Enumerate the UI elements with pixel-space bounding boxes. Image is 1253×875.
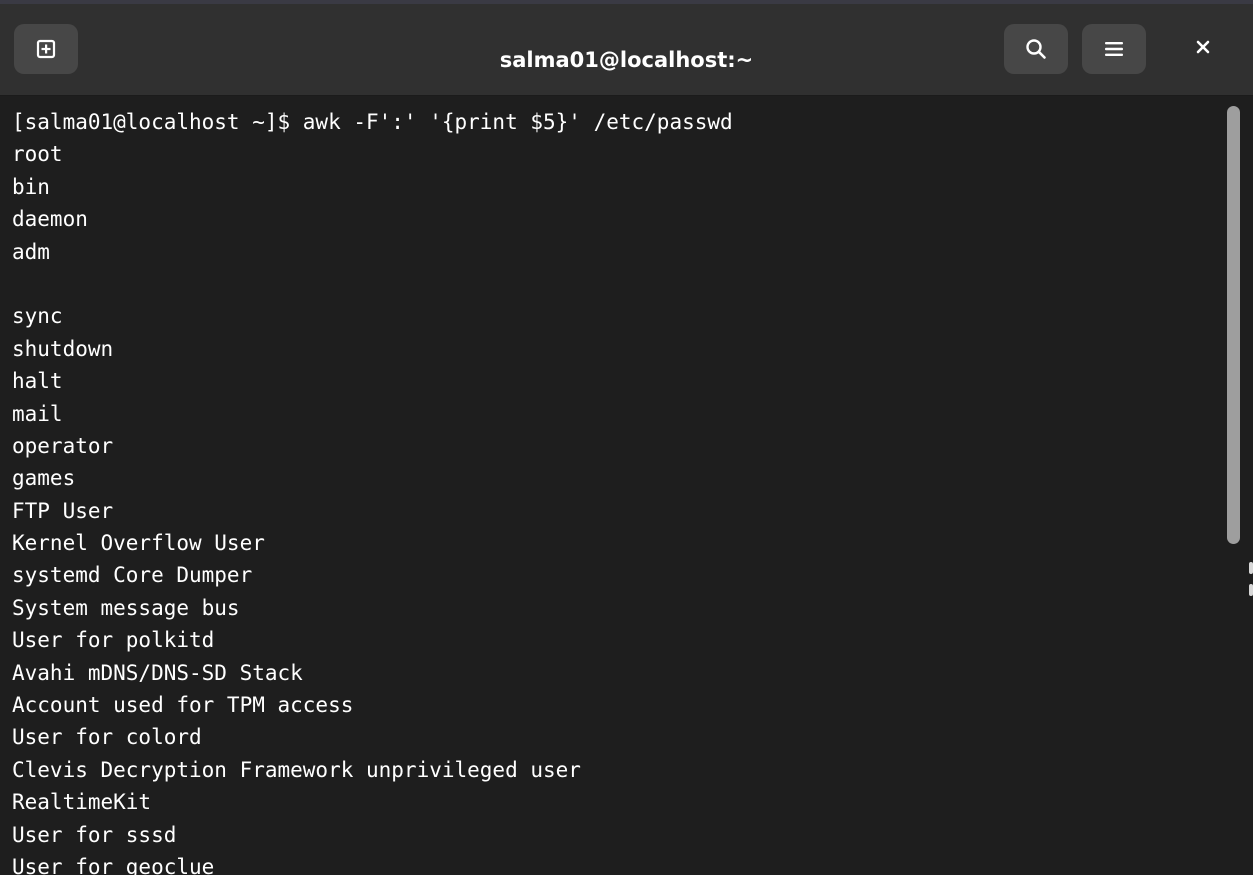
menu-button[interactable]	[1082, 24, 1146, 74]
output-line: shutdown	[12, 336, 114, 361]
output-line: systemd Core Dumper	[12, 563, 253, 588]
search-button[interactable]	[1004, 24, 1068, 74]
window-edge-handle	[1249, 562, 1253, 574]
window-title: salma01@localhost:~	[499, 48, 754, 72]
output-line: RealtimeKit	[12, 790, 152, 815]
output-line: Account used for TPM access	[12, 693, 354, 718]
output-line: Clevis Decryption Framework unprivileged…	[12, 757, 581, 782]
new-tab-icon	[36, 39, 56, 59]
output-line: mail	[12, 401, 63, 426]
output-line: User for geoclue	[12, 854, 215, 875]
prompt-command-line: [salma01@localhost ~]$ awk -F':' '{print…	[12, 110, 733, 134]
hamburger-menu-icon	[1105, 41, 1123, 57]
output-line: bin	[12, 174, 50, 199]
output-line: sync	[12, 304, 63, 329]
output-line: User for colord	[12, 725, 202, 750]
close-icon	[1196, 40, 1210, 59]
window-edge-handle	[1249, 584, 1253, 596]
output-line: adm	[12, 239, 50, 264]
terminal-output: [salma01@localhost ~]$ awk -F':' '{print…	[12, 106, 733, 875]
scrollbar-thumb[interactable]	[1227, 106, 1240, 544]
new-tab-button[interactable]	[14, 24, 78, 74]
output-line: operator	[12, 433, 114, 458]
terminal-area[interactable]: [salma01@localhost ~]$ awk -F':' '{print…	[0, 96, 1253, 875]
output-line: FTP User	[12, 498, 114, 523]
output-line: User for polkitd	[12, 628, 215, 653]
output-line: games	[12, 466, 76, 491]
output-line: System message bus	[12, 595, 240, 620]
close-button[interactable]	[1176, 24, 1230, 74]
output-line: Kernel Overflow User	[12, 531, 265, 556]
output-line: halt	[12, 369, 63, 394]
output-line: root	[12, 142, 63, 167]
search-icon	[1025, 38, 1047, 60]
output-line: Avahi mDNS/DNS-SD Stack	[12, 660, 303, 685]
output-line: daemon	[12, 207, 88, 232]
terminal-window: salma01@localhost:~ [salma01@localhost ~…	[0, 0, 1253, 875]
output-line: User for sssd	[12, 822, 177, 847]
headerbar: salma01@localhost:~	[0, 4, 1253, 96]
